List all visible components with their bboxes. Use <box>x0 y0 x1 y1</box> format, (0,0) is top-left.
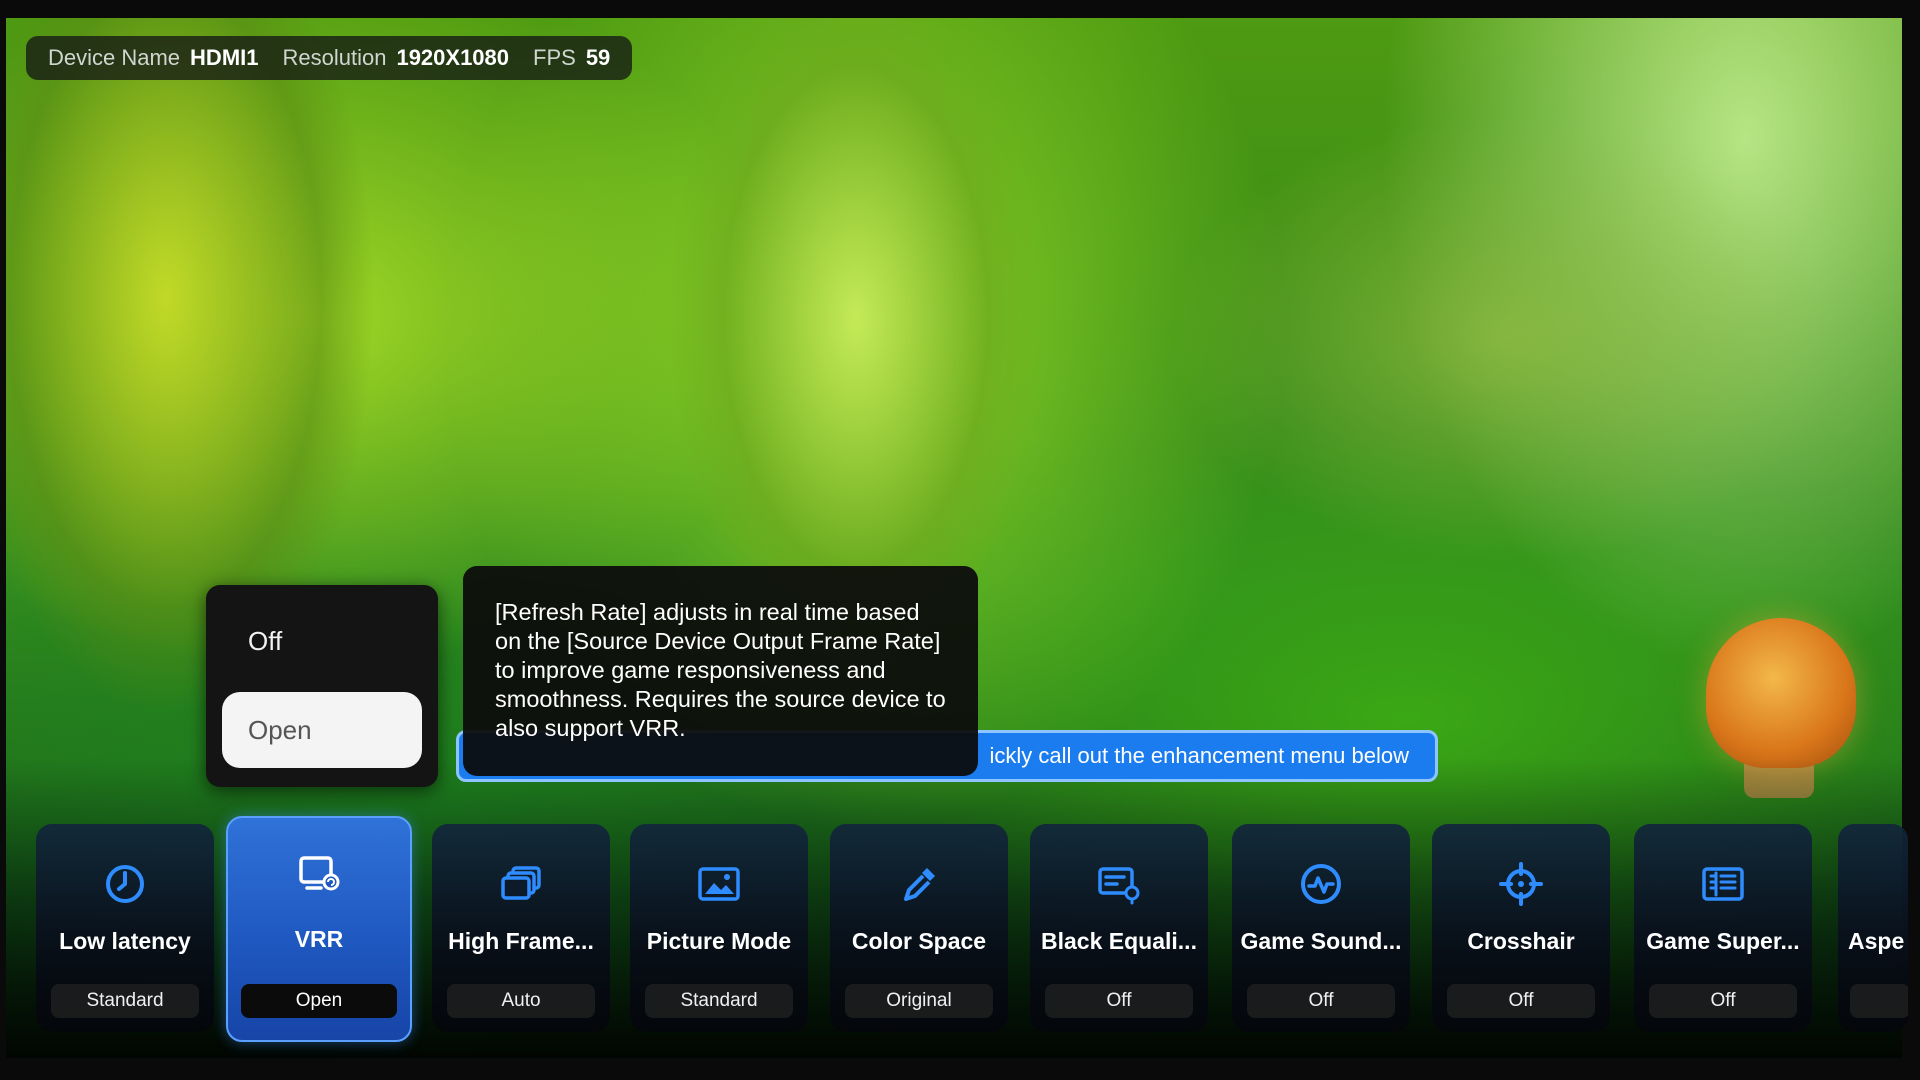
setting-card-game-sound[interactable]: Game Sound... Off <box>1232 824 1410 1032</box>
setting-card-aspect[interactable]: Aspe <box>1838 824 1908 1032</box>
vrr-description-tooltip: [Refresh Rate] adjusts in real time base… <box>463 566 978 776</box>
mushroom-art <box>1706 618 1856 768</box>
setting-title: Black Equali... <box>1041 928 1197 954</box>
setting-card-high-frame[interactable]: High Frame... Auto <box>432 824 610 1032</box>
device-name-value: HDMI1 <box>190 45 259 70</box>
resolution-label: Resolution <box>282 45 387 70</box>
hint-text: ickly call out the enhancement menu belo… <box>989 743 1409 768</box>
setting-title: VRR <box>294 926 344 952</box>
setting-title: Low latency <box>59 928 191 954</box>
vrr-display-icon <box>299 856 340 891</box>
source-info-bar: Device Name HDMI1 Resolution 1920X1080 F… <box>26 36 633 80</box>
resolution-value: 1920X1080 <box>396 45 510 70</box>
setting-card-black-equalizer[interactable]: Black Equali... Off <box>1030 824 1208 1032</box>
setting-value: Standard <box>51 984 199 1018</box>
setting-card-low-latency[interactable]: Low latency Standard <box>36 824 214 1032</box>
crosshair-icon <box>1499 862 1543 906</box>
setting-value: Open <box>241 984 397 1018</box>
clock-icon <box>106 865 144 903</box>
castle-art <box>1086 78 1906 598</box>
setting-value: Auto <box>447 984 595 1018</box>
setting-title: Crosshair <box>1467 928 1575 954</box>
setting-card-game-super[interactable]: Game Super... Off <box>1634 824 1812 1032</box>
setting-value: Off <box>1447 984 1595 1018</box>
fps-value: 59 <box>585 45 611 70</box>
super-resolution-icon <box>1702 867 1744 901</box>
game-settings-strip: Low latency Standard VRR Open High Frame… <box>0 816 1920 1046</box>
picture-icon <box>698 867 740 901</box>
tv-screen: Device Name HDMI1 Resolution 1920X1080 F… <box>0 0 1920 1080</box>
tooltip-text: [Refresh Rate] adjusts in real time base… <box>495 599 946 741</box>
option-open[interactable]: Open <box>222 692 422 768</box>
setting-card-picture-mode[interactable]: Picture Mode Standard <box>630 824 808 1032</box>
setting-title: Game Sound... <box>1240 928 1402 954</box>
setting-card-color-space[interactable]: Color Space Original <box>830 824 1008 1032</box>
setting-value: Off <box>1649 984 1797 1018</box>
setting-title: Game Super... <box>1646 928 1800 954</box>
option-off[interactable]: Off <box>222 603 422 679</box>
setting-value: Standard <box>645 984 793 1018</box>
vrr-option-popup: Off Open <box>206 585 438 787</box>
setting-title: Color Space <box>851 928 987 954</box>
black-equalizer-icon <box>1098 867 1140 905</box>
sound-wave-icon <box>1301 864 1341 904</box>
setting-value <box>1850 984 1908 1018</box>
setting-title: Aspe <box>1848 928 1905 954</box>
setting-title: Picture Mode <box>646 928 792 954</box>
eyedropper-icon <box>904 868 935 901</box>
device-name-label: Device Name <box>48 45 181 70</box>
setting-value: Off <box>1247 984 1395 1018</box>
setting-title: High Frame... <box>448 928 594 954</box>
setting-value: Original <box>845 984 993 1018</box>
setting-card-vrr[interactable]: VRR Open <box>226 816 412 1042</box>
fps-label: FPS <box>533 45 576 70</box>
setting-value: Off <box>1045 984 1193 1018</box>
stacked-frames-icon <box>501 866 541 900</box>
setting-card-crosshair[interactable]: Crosshair Off <box>1432 824 1610 1032</box>
